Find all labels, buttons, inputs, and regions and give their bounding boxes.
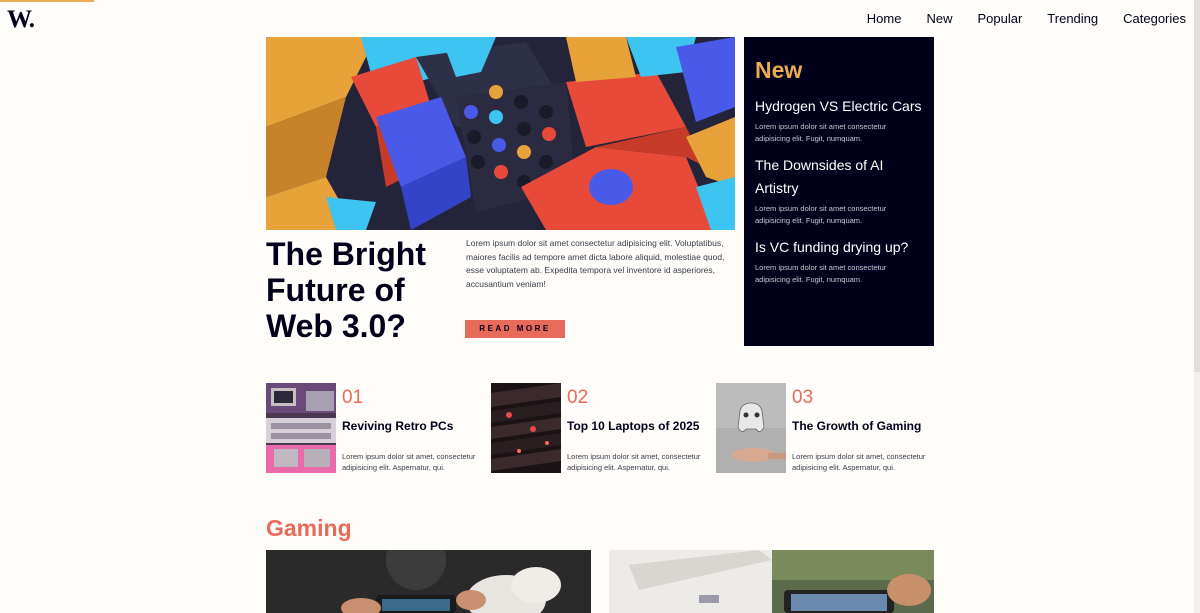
card-title[interactable]: Top 10 Laptops of 2025 (567, 419, 699, 433)
card-number: 02 (567, 387, 589, 408)
retro-pc-image (266, 383, 336, 473)
card-text: Lorem ipsum dolor sit amet, consectetur … (342, 452, 476, 472)
page-scrollbar[interactable] (1194, 0, 1200, 613)
card-text: Lorem ipsum dolor sit amet, consectetur … (567, 452, 701, 472)
top-accent-bar (0, 0, 94, 2)
nav-trending[interactable]: Trending (1047, 11, 1098, 27)
gaming-image-2[interactable] (609, 550, 934, 613)
hero-text: Lorem ipsum dolor sit amet consectetur a… (466, 238, 725, 289)
new-item-title[interactable]: Is VC funding drying up? (755, 236, 923, 259)
card-number: 03 (792, 387, 814, 408)
hero-title: The Bright Future of Web 3.0? (266, 236, 426, 344)
new-item[interactable]: Hydrogen VS Electric Cars Lorem ipsum do… (755, 95, 923, 145)
card-number: 01 (342, 387, 364, 408)
gaming-section-title: Gaming (266, 515, 352, 541)
nav-home[interactable]: Home (867, 11, 902, 27)
new-panel: New Hydrogen VS Electric Cars Lorem ipsu… (744, 37, 934, 346)
card-title[interactable]: The Growth of Gaming (792, 419, 921, 433)
main-nav: Home New Popular Trending Categories (842, 11, 1186, 27)
nav-new[interactable]: New (926, 11, 952, 27)
article-card-1[interactable]: 01 Reviving Retro PCs Lorem ipsum dolor … (266, 383, 486, 473)
scrollbar-thumb[interactable] (1194, 0, 1200, 372)
new-item-title[interactable]: The Downsides of AI Artistry (755, 154, 923, 200)
nav-categories[interactable]: Categories (1123, 11, 1186, 27)
nav-popular[interactable]: Popular (977, 11, 1022, 27)
new-item[interactable]: The Downsides of AI Artistry Lorem ipsum… (755, 154, 923, 227)
read-more-button[interactable]: READ MORE (465, 320, 565, 338)
new-item-text: Lorem ipsum dolor sit amet consectetur a… (755, 204, 887, 225)
laptop-keyboard-image (491, 383, 561, 473)
card-title[interactable]: Reviving Retro PCs (342, 419, 453, 433)
game-controller-image (716, 383, 786, 473)
new-heading: New (755, 57, 803, 83)
new-item-text: Lorem ipsum dolor sit amet consectetur a… (755, 263, 887, 284)
site-logo[interactable]: W. (7, 6, 35, 34)
new-item-text: Lorem ipsum dolor sit amet consectetur a… (755, 122, 887, 143)
card-text: Lorem ipsum dolor sit amet, consectetur … (792, 452, 926, 472)
new-item[interactable]: Is VC funding drying up? Lorem ipsum dol… (755, 236, 923, 286)
new-item-title[interactable]: Hydrogen VS Electric Cars (755, 95, 923, 118)
article-card-2[interactable]: 02 Top 10 Laptops of 2025 Lorem ipsum do… (491, 383, 711, 473)
hero-image (266, 37, 735, 230)
article-card-3[interactable]: 03 The Growth of Gaming Lorem ipsum dolo… (716, 383, 936, 473)
gaming-image-1[interactable] (266, 550, 591, 613)
